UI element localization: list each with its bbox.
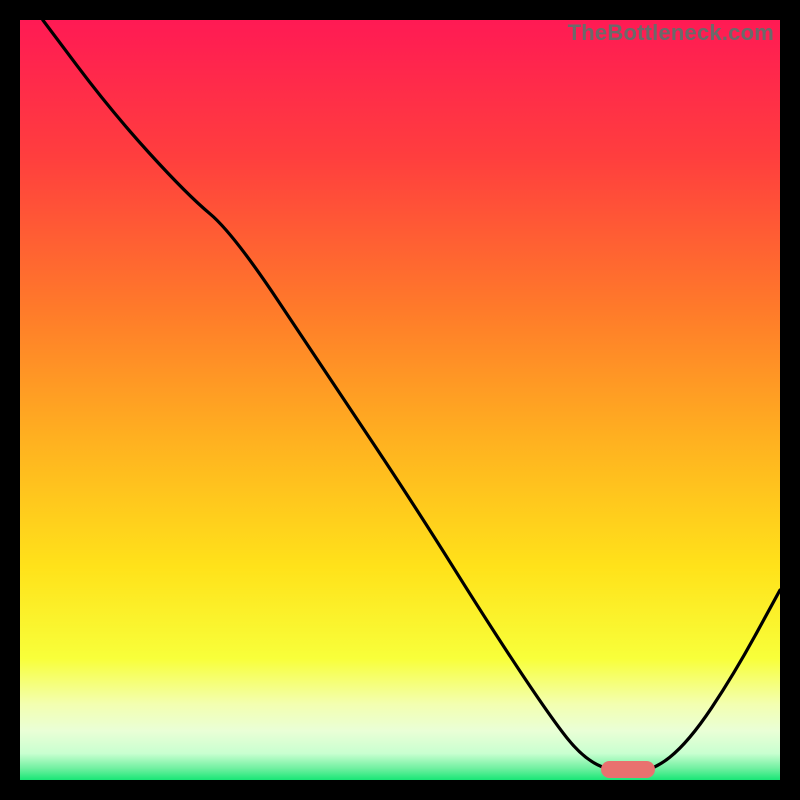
bottleneck-chart	[20, 20, 780, 780]
optimal-marker	[601, 761, 654, 778]
chart-frame: TheBottleneck.com	[20, 20, 780, 780]
watermark-text: TheBottleneck.com	[568, 20, 774, 46]
